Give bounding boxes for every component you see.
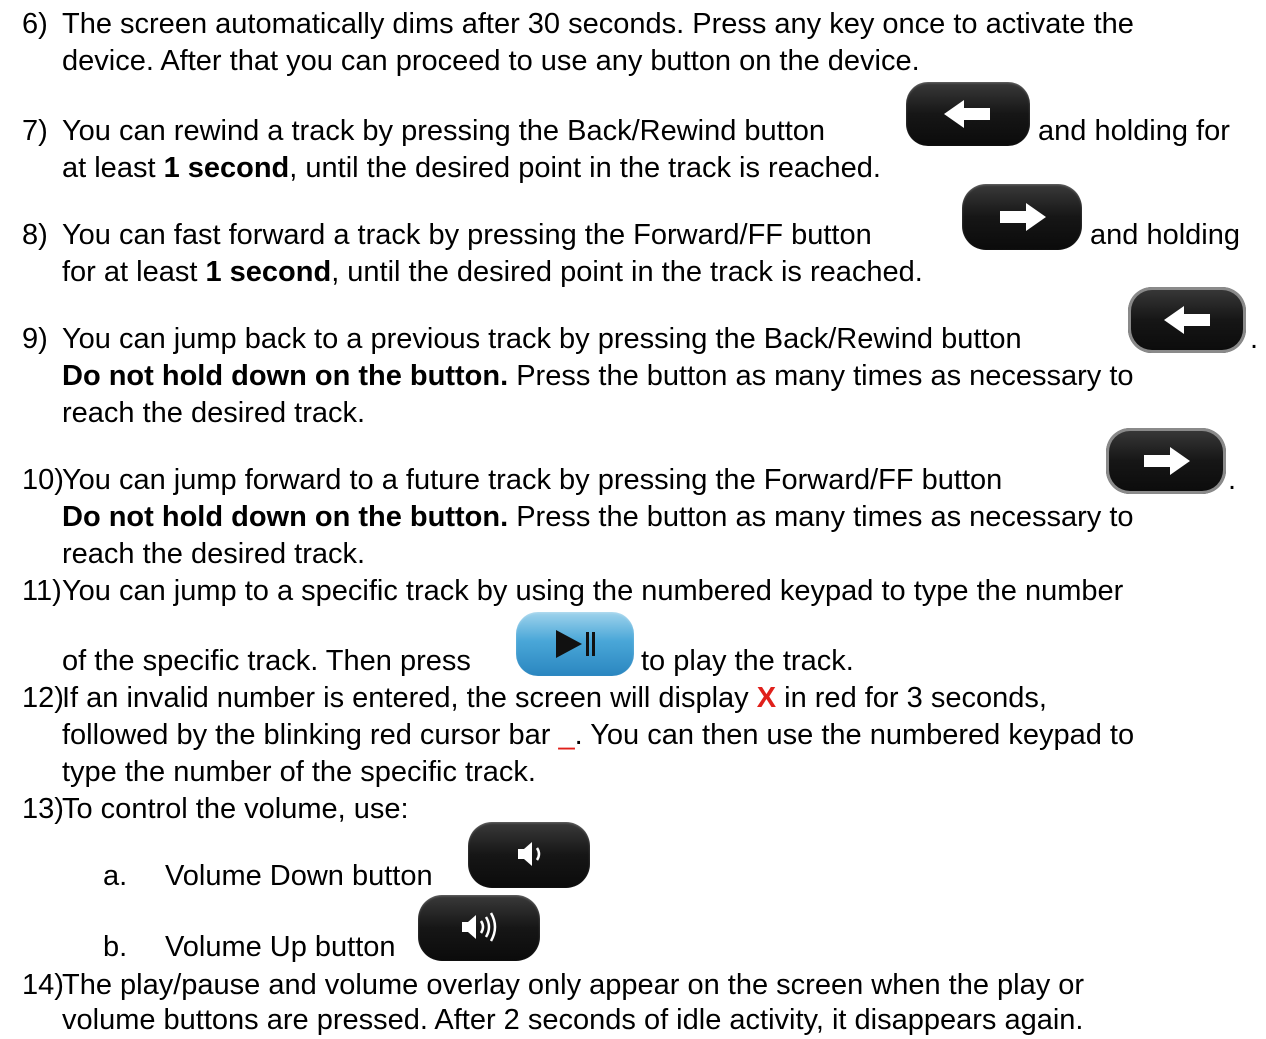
play-pause-icon xyxy=(556,630,595,658)
item-10-text-line2: Do not hold down on the button. Press th… xyxy=(62,500,1134,534)
item-10-number: 10) xyxy=(22,464,64,496)
forward-ff-button xyxy=(962,184,1082,250)
volume-down-icon xyxy=(518,842,541,866)
item-14-number: 14) xyxy=(22,969,64,1001)
item-9-line2-bold: Do not hold down on the button. xyxy=(62,360,509,392)
item-8-text-line1b: and holding xyxy=(1090,219,1240,251)
item-7-line2-prefix: at least xyxy=(62,152,164,184)
item-13a-label: a. xyxy=(103,860,128,892)
item-9-text-line1b: . xyxy=(1250,323,1259,355)
item-11-text-line1: You can jump to a specific track by usin… xyxy=(62,575,1124,607)
item-9-text-line3: reach the desired track. xyxy=(62,397,366,429)
item-12-line1-suffix: in red for 3 seconds, xyxy=(776,682,1047,714)
item-13-number: 13) xyxy=(22,793,64,825)
item-12-line1-prefix: If an invalid number is entered, the scr… xyxy=(62,682,757,714)
item-12-line2-prefix: followed by the blinking red cursor bar xyxy=(62,719,559,751)
item-13-text-line1: To control the volume, use: xyxy=(62,793,409,825)
item-10-text-line1a: You can jump forward to a future track b… xyxy=(62,464,1003,496)
item-9-text-line1a: You can jump back to a previous track by… xyxy=(62,323,1022,355)
item-7-line2-suffix: , until the desired point in the track i… xyxy=(289,152,881,184)
item-7-text-line2: at least 1 second, until the desired poi… xyxy=(62,151,881,185)
item-11-number: 11) xyxy=(22,575,62,607)
volume-up-icon xyxy=(462,912,497,942)
item-10-text-line3: reach the desired track. xyxy=(62,538,366,570)
item-8-line2-suffix: , until the desired point in the track i… xyxy=(331,256,923,288)
item-12-text-line2: followed by the blinking red cursor bar … xyxy=(62,718,1134,752)
red-cursor-bar: _ xyxy=(558,719,575,751)
forward-ff-arrow-icon xyxy=(1000,203,1046,231)
item-14-text-line2: volume buttons are pressed. After 2 seco… xyxy=(62,1004,1084,1036)
volume-down-button xyxy=(468,822,590,888)
play-pause-button xyxy=(516,612,634,676)
item-13b-label: b. xyxy=(103,931,128,963)
item-10-line2-suffix: Press the button as many times as necess… xyxy=(508,501,1134,533)
item-6-text-line2: device. After that you can proceed to us… xyxy=(62,45,920,77)
item-8-text-line2: for at least 1 second, until the desired… xyxy=(62,255,923,289)
item-13a-text: Volume Down button xyxy=(165,860,433,892)
item-14-text-line1: The play/pause and volume overlay only a… xyxy=(62,969,1085,1001)
back-rewind-button-2 xyxy=(1128,287,1246,353)
item-12-text-line1: If an invalid number is entered, the scr… xyxy=(62,681,1047,715)
item-9-number: 9) xyxy=(22,323,48,355)
item-8-text-line1a: You can fast forward a track by pressing… xyxy=(62,219,872,251)
item-7-text-line1a: You can rewind a track by pressing the B… xyxy=(62,115,826,147)
forward-ff-button-2 xyxy=(1106,428,1226,494)
item-7-text-line1b: and holding for xyxy=(1038,115,1230,147)
item-9-line2-suffix: Press the button as many times as necess… xyxy=(508,360,1134,392)
item-11-text-line2b: to play the track. xyxy=(641,645,854,677)
item-10-line2-bold: Do not hold down on the button. xyxy=(62,501,509,533)
item-10-text-line1b: . xyxy=(1228,464,1237,496)
item-8-line2-bold: 1 second xyxy=(205,256,332,288)
item-6-text-line1: The screen automatically dims after 30 s… xyxy=(62,8,1134,40)
item-12-text-line3: type the number of the specific track. xyxy=(62,756,536,788)
back-rewind-arrow-icon xyxy=(944,100,990,128)
item-12-line2-suffix: . You can then use the numbered keypad t… xyxy=(574,719,1135,751)
item-7-number: 7) xyxy=(22,115,48,147)
item-12-number: 12) xyxy=(22,682,64,714)
volume-up-button xyxy=(418,895,540,961)
forward-ff-arrow-icon xyxy=(1144,447,1190,475)
back-rewind-arrow-icon xyxy=(1164,306,1210,334)
item-11-text-line2a: of the specific track. Then press xyxy=(62,645,471,677)
item-8-line2-prefix: for at least xyxy=(62,256,206,288)
item-6-number: 6) xyxy=(22,8,48,40)
invalid-x-indicator: X xyxy=(756,682,777,714)
back-rewind-button xyxy=(906,82,1030,146)
item-9-text-line2: Do not hold down on the button. Press th… xyxy=(62,359,1134,393)
item-8-number: 8) xyxy=(22,219,48,251)
item-13b-text: Volume Up button xyxy=(165,931,396,963)
item-7-line2-bold: 1 second xyxy=(163,152,290,184)
